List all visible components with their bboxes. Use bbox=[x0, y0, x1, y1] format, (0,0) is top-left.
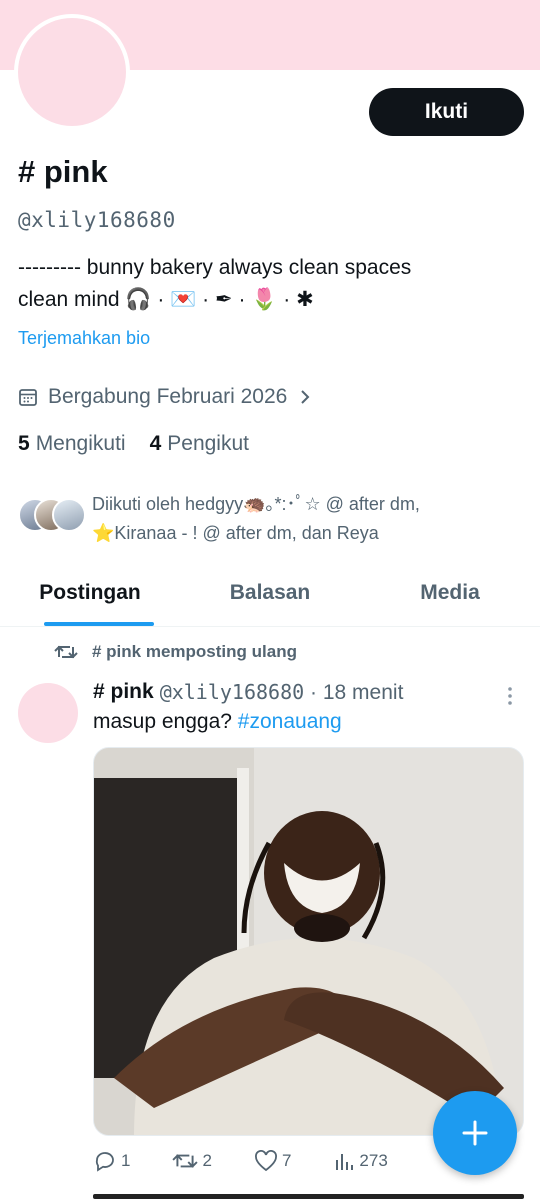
post-author-avatar[interactable] bbox=[18, 683, 78, 743]
tab-balasan[interactable]: Balasan bbox=[180, 560, 360, 626]
tab-label: Balasan bbox=[229, 581, 311, 604]
followers-stat[interactable]: 4 Pengikut bbox=[150, 432, 249, 456]
reply-icon bbox=[95, 1152, 114, 1172]
calendar-icon bbox=[18, 387, 38, 407]
post-media-image[interactable] bbox=[93, 747, 524, 1136]
follow-button[interactable]: Ikuti bbox=[369, 88, 524, 136]
post-header: # pink @xlily168680 · 18 menit bbox=[93, 680, 404, 705]
repost-count: 2 bbox=[202, 1151, 212, 1170]
tab-media[interactable]: Media bbox=[360, 560, 540, 626]
joined-date[interactable]: Bergabung Februari 2026 bbox=[18, 385, 311, 409]
chevron-right-icon bbox=[299, 388, 311, 406]
reply-action[interactable]: 1 bbox=[93, 1150, 130, 1172]
post-author-handle[interactable]: @xlily168680 bbox=[160, 680, 305, 704]
followed-by-text: Diikuti oleh hedgyy🦔｡*:･ﾟ☆ @ after dm, ⭐… bbox=[92, 490, 532, 548]
more-icon[interactable] bbox=[504, 684, 516, 708]
followers-count: 4 bbox=[149, 432, 162, 455]
translate-bio-link[interactable]: Terjemahkan bio bbox=[18, 328, 150, 349]
repost-icon bbox=[172, 1154, 199, 1168]
views-action[interactable]: 273 bbox=[333, 1150, 388, 1172]
bio-line-1: --------- bunny bakery always clean spac… bbox=[18, 256, 412, 279]
views-count: 273 bbox=[359, 1151, 388, 1170]
user-handle: @xlily168680 bbox=[18, 208, 176, 232]
profile-avatar[interactable] bbox=[14, 14, 130, 130]
like-count: 7 bbox=[281, 1151, 292, 1170]
active-tab-indicator bbox=[44, 622, 154, 626]
tab-label: Media bbox=[420, 581, 480, 604]
bio: --------- bunny bakery always clean spac… bbox=[18, 252, 528, 316]
repost-indicator[interactable]: # pink memposting ulang bbox=[54, 642, 297, 662]
post-body: masup engga? bbox=[93, 710, 232, 733]
repost-icon bbox=[54, 642, 78, 662]
post-hashtag[interactable]: #zonauang bbox=[238, 710, 342, 733]
compose-button[interactable] bbox=[433, 1091, 517, 1175]
next-post-media-edge bbox=[93, 1194, 524, 1199]
following-label: Mengikuti bbox=[35, 432, 126, 455]
followed-by[interactable]: Diikuti oleh hedgyy🦔｡*:･ﾟ☆ @ after dm, ⭐… bbox=[18, 490, 532, 548]
repost-action[interactable]: 2 bbox=[172, 1150, 212, 1172]
plus-icon bbox=[462, 1120, 488, 1146]
follow-stats: 5 Mengikuti 4 Pengikut bbox=[18, 432, 273, 456]
followed-by-line-1: Diikuti oleh hedgyy🦔｡*:･ﾟ☆ @ after dm, bbox=[92, 494, 420, 514]
follower-avatar bbox=[52, 498, 86, 532]
followers-label: Pengikut bbox=[167, 432, 249, 455]
following-count: 5 bbox=[18, 432, 30, 455]
reply-count: 1 bbox=[121, 1151, 131, 1170]
post-text: masup engga? #zonauang bbox=[93, 710, 342, 734]
display-name: # pink bbox=[18, 154, 108, 189]
joined-label: Bergabung Februari 2026 bbox=[48, 385, 288, 408]
repost-label: # pink memposting ulang bbox=[92, 642, 297, 661]
like-icon bbox=[254, 1150, 277, 1172]
follower-avatars bbox=[18, 490, 86, 532]
bio-line-2: clean mind 🎧 · 💌 · ✒ · 🌷 · ✱ bbox=[18, 288, 314, 311]
post-author-name[interactable]: # pink bbox=[93, 680, 154, 705]
tab-postingan[interactable]: Postingan bbox=[0, 560, 180, 626]
followed-by-line-2: ⭐Kiranaa - ! @ after dm, dan Reya bbox=[92, 523, 379, 543]
profile-tabs: Postingan Balasan Media bbox=[0, 560, 540, 627]
avatar-image bbox=[18, 18, 126, 126]
post-time: 18 menit bbox=[322, 681, 404, 704]
media-illustration bbox=[94, 748, 523, 1135]
like-action[interactable]: 7 bbox=[254, 1150, 291, 1172]
tab-label: Postingan bbox=[39, 581, 141, 604]
views-icon bbox=[336, 1154, 354, 1170]
following-stat[interactable]: 5 Mengikuti bbox=[18, 432, 126, 456]
